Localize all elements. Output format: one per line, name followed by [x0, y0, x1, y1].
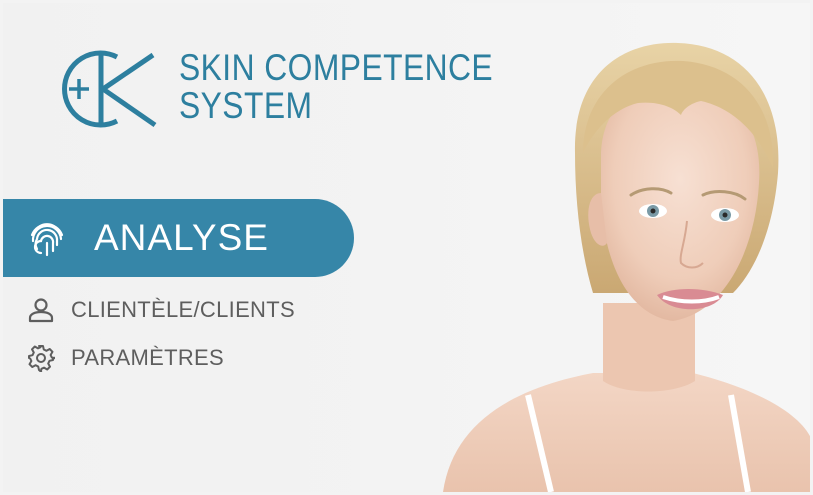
nav-item-settings[interactable]: PARAMÈTRES [27, 342, 224, 374]
nav-item-clients-label: CLIENTÈLE/CLIENTS [71, 297, 295, 322]
gear-icon [28, 345, 55, 372]
ck-monogram-logo [62, 50, 157, 128]
nav-item-clients[interactable]: CLIENTÈLE/CLIENTS [27, 294, 295, 326]
woman-portrait [443, 42, 810, 492]
nav-item-analyse-label: ANALYSE [94, 217, 269, 258]
user-icon [28, 298, 54, 323]
app-screen: SKIN COMPETENCE SYSTEM ANALYSE CLIENTÈLE… [3, 3, 810, 492]
brand-logo [41, 43, 181, 135]
nav-item-analyse[interactable]: ANALYSE [3, 199, 354, 277]
nav-item-settings-label: PARAMÈTRES [71, 345, 224, 370]
fingerprint-icon [30, 223, 64, 257]
